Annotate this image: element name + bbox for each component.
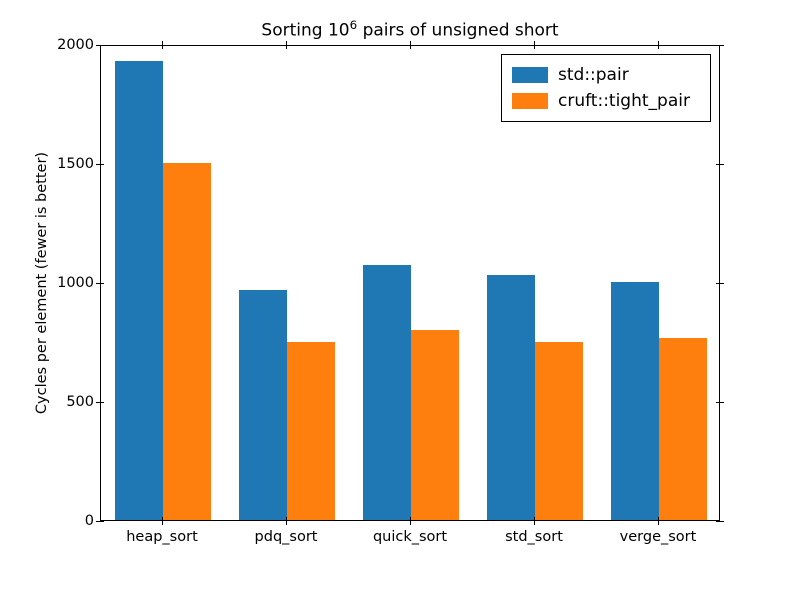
- x-tick-mark: [658, 517, 659, 525]
- legend-label: std::pair: [558, 65, 629, 85]
- y-tick-mark: [716, 45, 724, 46]
- bar: [659, 338, 707, 520]
- x-tick-label: quick_sort: [355, 529, 465, 545]
- y-tick-mark: [96, 45, 104, 46]
- x-tick-mark: [658, 41, 659, 49]
- x-tick-mark: [162, 517, 163, 525]
- x-tick-mark: [286, 41, 287, 49]
- x-tick-mark: [162, 41, 163, 49]
- bar: [411, 330, 459, 520]
- chart-title: Sorting 106 pairs of unsigned short: [100, 18, 720, 41]
- legend-swatch: [512, 93, 548, 109]
- chart-figure: Sorting 106 pairs of unsigned short Cycl…: [0, 0, 800, 597]
- y-tick-mark: [716, 521, 724, 522]
- bar: [363, 265, 411, 520]
- x-tick-label: verge_sort: [603, 529, 713, 545]
- plot-area: std::paircruft::tight_pair: [100, 45, 720, 521]
- y-tick-mark: [96, 283, 104, 284]
- x-tick-mark: [410, 41, 411, 49]
- x-tick-mark: [410, 517, 411, 525]
- bar: [287, 342, 335, 521]
- chart-title-base: 10: [328, 21, 350, 41]
- y-tick-label: 2000: [34, 37, 94, 53]
- x-tick-mark: [286, 517, 287, 525]
- legend-label: cruft::tight_pair: [558, 91, 690, 111]
- chart-title-prefix: Sorting: [261, 21, 328, 41]
- legend-swatch: [512, 67, 548, 83]
- bar: [535, 342, 583, 521]
- bar: [163, 163, 211, 520]
- chart-title-suffix: pairs of unsigned short: [357, 21, 558, 41]
- x-tick-mark: [534, 517, 535, 525]
- bar: [239, 290, 287, 520]
- y-tick-mark: [96, 521, 104, 522]
- bar: [487, 275, 535, 520]
- y-tick-mark: [96, 402, 104, 403]
- legend-entry: std::pair: [512, 62, 700, 88]
- x-tick-label: pdq_sort: [231, 529, 341, 545]
- y-tick-label: 1500: [34, 156, 94, 172]
- legend: std::paircruft::tight_pair: [501, 54, 711, 122]
- y-tick-label: 500: [34, 394, 94, 410]
- x-tick-label: heap_sort: [107, 529, 217, 545]
- y-tick-mark: [96, 164, 104, 165]
- x-tick-label: std_sort: [479, 529, 589, 545]
- legend-entry: cruft::tight_pair: [512, 88, 700, 114]
- bar: [115, 61, 163, 520]
- y-tick-mark: [716, 402, 724, 403]
- bar: [611, 282, 659, 520]
- y-tick-label: 0: [34, 513, 94, 529]
- y-tick-label: 1000: [34, 275, 94, 291]
- x-tick-mark: [534, 41, 535, 49]
- y-tick-mark: [716, 283, 724, 284]
- y-tick-mark: [716, 164, 724, 165]
